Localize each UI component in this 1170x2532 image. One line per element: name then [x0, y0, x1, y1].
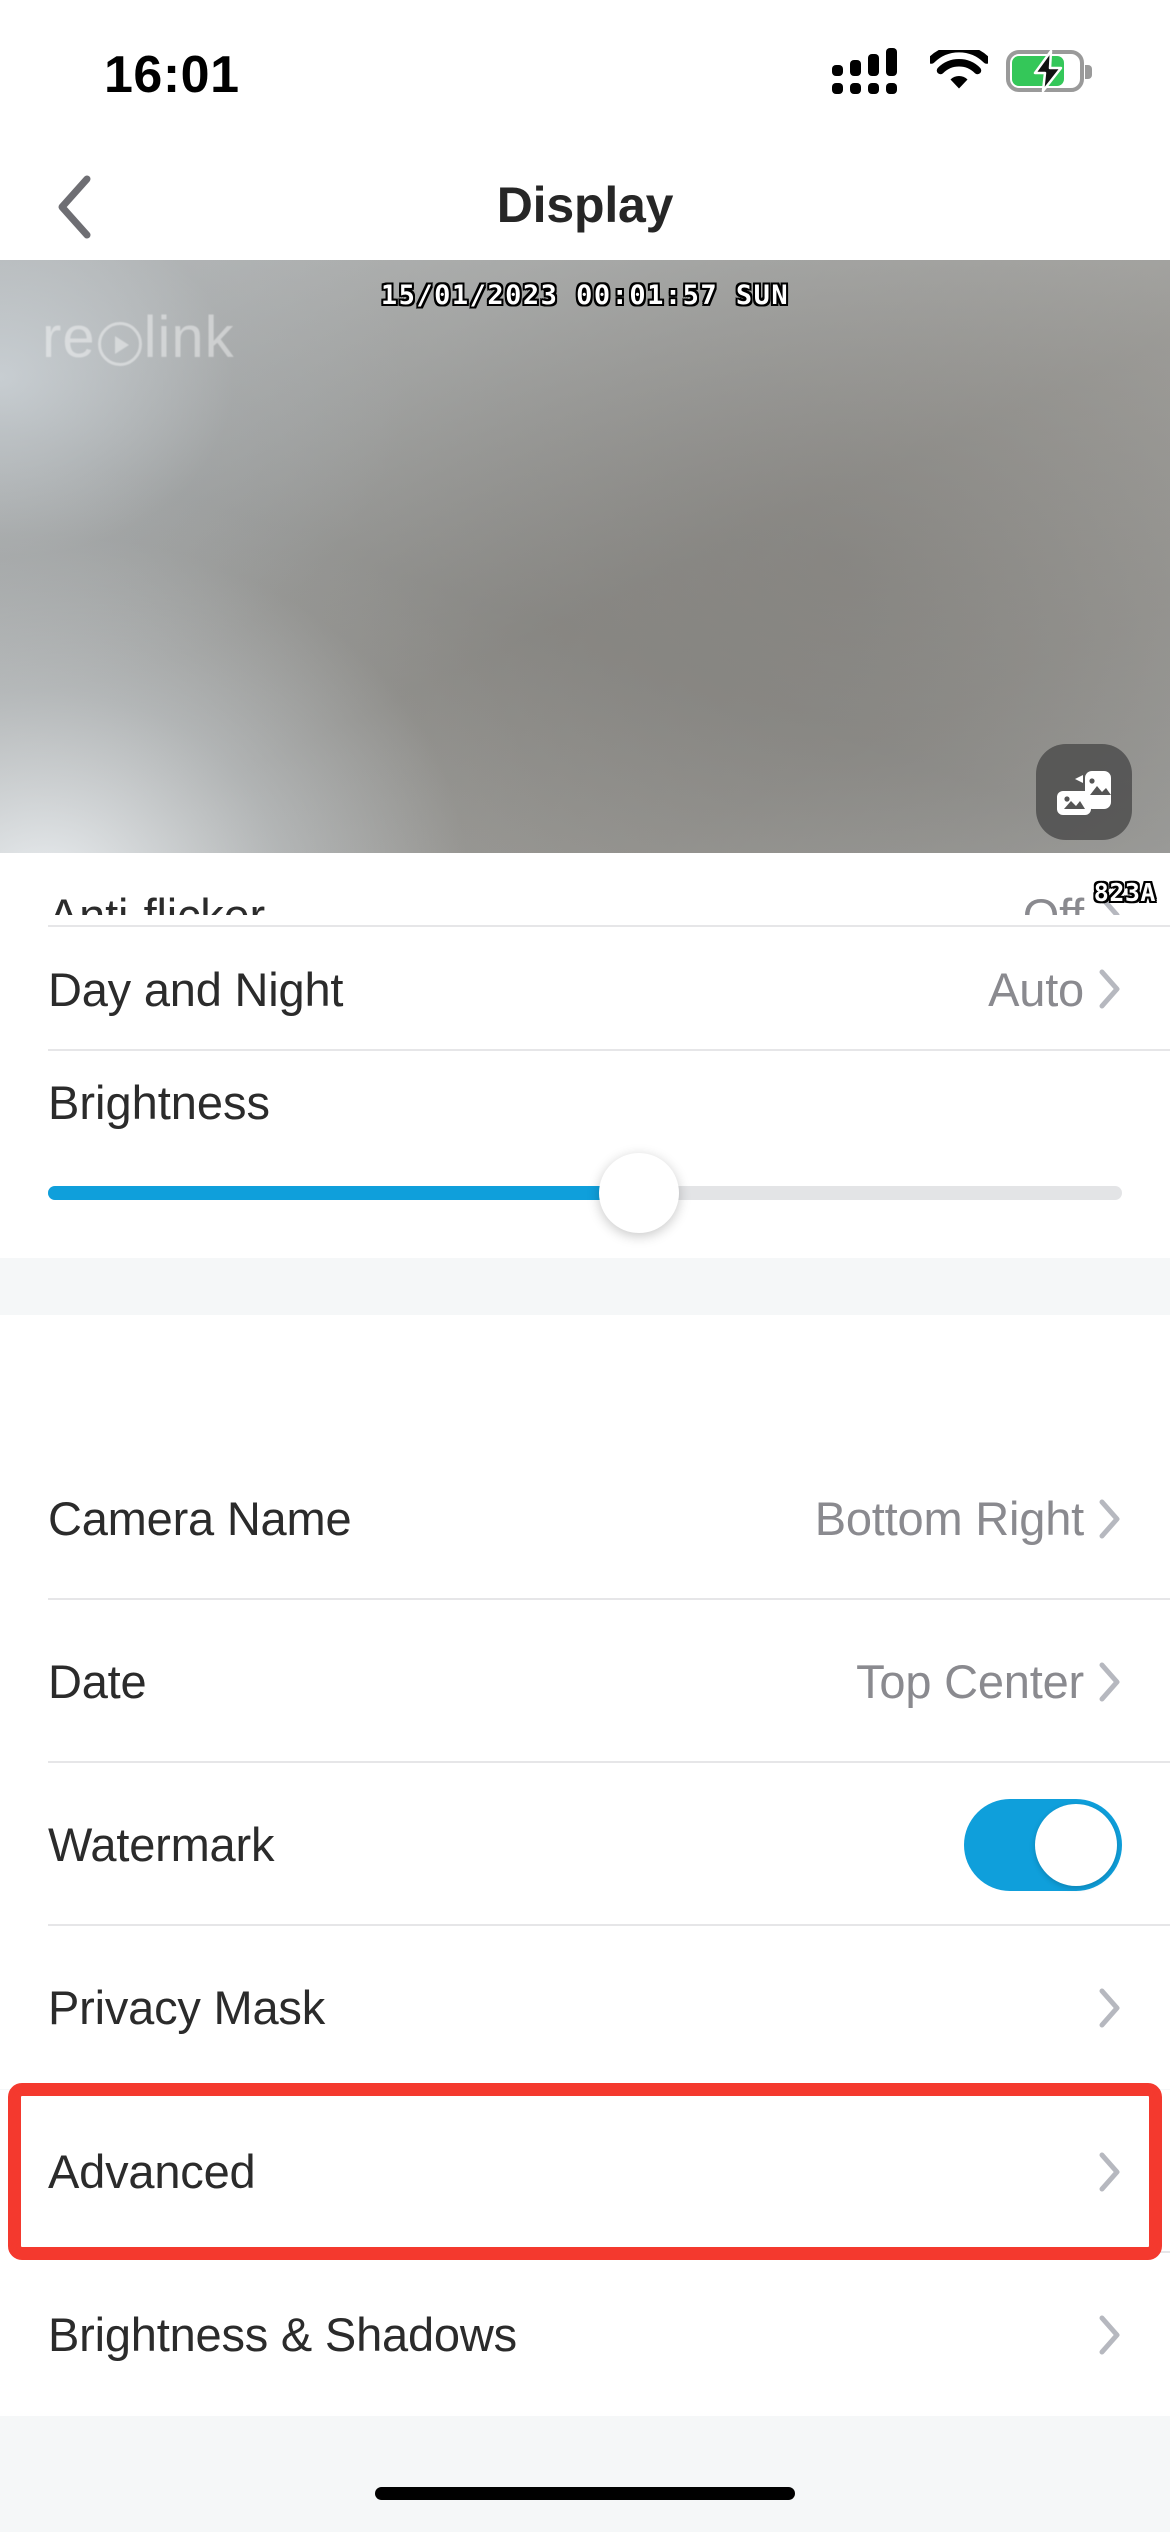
row-camera-name[interactable]: Camera Name Bottom Right: [0, 1437, 1170, 1600]
section-advanced-settings: Advanced Brightness & Shadows: [0, 2090, 1170, 2532]
row-label-brightness-and-shadows: Brightness & Shadows: [48, 2308, 517, 2361]
osd-camera-id: 823A: [1093, 878, 1156, 907]
row-value-date: Top Center: [856, 1655, 1084, 1708]
row-day-and-night[interactable]: Day and Night Auto: [0, 927, 1170, 1051]
phone-screen: 16:01 Display 15/01/2023 00:01:57 SUN re…: [0, 0, 1170, 2532]
section-image-settings: Day and Night Auto Brightness: [0, 915, 1170, 1315]
rotate-orientation-icon: [1057, 771, 1111, 815]
cellular-signal-icon: [832, 48, 912, 94]
row-label-day-and-night: Day and Night: [48, 962, 344, 1016]
row-privacy-mask[interactable]: Privacy Mask: [0, 1926, 1170, 2089]
chevron-right-icon: [1099, 2315, 1120, 2354]
toggle-knob: [1035, 1803, 1117, 1886]
row-brightness-and-shadows[interactable]: Brightness & Shadows: [0, 2253, 1170, 2416]
status-bar-clock: 16:01: [104, 46, 240, 104]
row-advanced[interactable]: Advanced: [0, 2090, 1170, 2253]
row-brightness-slider[interactable]: Brightness: [0, 1051, 1170, 1258]
slider-label-brightness: Brightness: [48, 1076, 271, 1129]
row-watermark[interactable]: Watermark: [0, 1763, 1170, 1926]
slider-thumb[interactable]: [598, 1153, 679, 1233]
row-label-advanced: Advanced: [48, 2145, 256, 2198]
row-label-privacy-mask: Privacy Mask: [48, 1981, 326, 2034]
status-bar-indicators: [832, 48, 1092, 94]
chevron-right-icon: [1099, 2152, 1120, 2191]
wifi-icon: [930, 50, 988, 89]
chevron-right-icon: [1099, 1662, 1120, 1701]
section-osd-settings: Camera Name Bottom Right Date Top Center…: [0, 1437, 1170, 2134]
bottom-gap: [0, 2416, 1170, 2532]
chevron-right-icon: [1099, 969, 1120, 1009]
osd-watermark-logo: re link: [42, 305, 235, 370]
rotate-orientation-button[interactable]: [1036, 744, 1132, 840]
page-title: Display: [496, 177, 674, 233]
row-label-date: Date: [48, 1655, 147, 1708]
row-value-day-and-night: Auto: [988, 962, 1084, 1016]
chevron-right-icon: [1099, 1988, 1120, 2027]
status-bar: 16:01: [0, 0, 1170, 150]
row-label-camera-name: Camera Name: [48, 1492, 352, 1545]
row-label-watermark: Watermark: [48, 1818, 275, 1871]
chevron-right-icon: [1099, 1499, 1120, 1538]
section-gap: [0, 1258, 1170, 1315]
watermark-toggle[interactable]: [964, 1798, 1122, 1891]
row-value-anti-flicker: Off: [1022, 888, 1084, 916]
slider-fill: [48, 1186, 639, 1200]
row-date[interactable]: Date Top Center: [0, 1600, 1170, 1763]
row-label-anti-flicker: Anti-flicker: [48, 888, 265, 916]
reolink-logo-mark: [97, 321, 142, 366]
camera-live-preview[interactable]: 15/01/2023 00:01:57 SUN re link 823A: [0, 260, 1170, 915]
row-anti-flicker-clipped[interactable]: Anti-flicker Off: [0, 853, 1170, 915]
battery-charging-icon: [1006, 49, 1092, 93]
home-indicator[interactable]: [375, 2487, 795, 2500]
navigation-bar: Display: [0, 150, 1170, 260]
row-value-camera-name: Bottom Right: [814, 1492, 1084, 1545]
brightness-slider[interactable]: [48, 1153, 1122, 1233]
